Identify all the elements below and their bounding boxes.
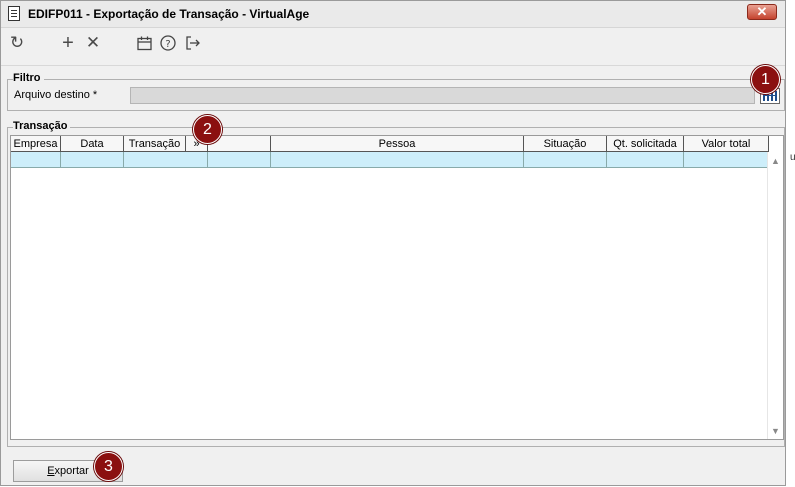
cell-empresa[interactable] [11,152,61,168]
badge-2: 2 [193,115,222,144]
file-destination-input[interactable] [130,87,755,104]
filter-legend: Filtro [13,72,44,84]
cell-blank[interactable] [208,152,271,168]
badge-1: 1 [751,65,780,94]
column-pessoa[interactable]: Pessoa [271,136,524,152]
calendar-button[interactable] [133,32,155,54]
exit-button[interactable] [182,32,204,54]
help-button[interactable]: ? [157,32,179,54]
close-icon: ✕ [85,33,101,52]
help-icon: ? [160,35,176,51]
badge-3: 3 [94,452,123,481]
refresh-button[interactable]: ↻ [6,32,28,54]
cell-situacao[interactable] [524,152,607,168]
column-valor-total[interactable]: Valor total [684,136,769,152]
add-button[interactable]: + [57,32,79,54]
close-button[interactable]: ✕ [747,4,777,20]
grid-header: Empresa Data Transação » Pessoa Situação… [11,136,769,152]
edge-fragment: u [790,152,795,163]
scroll-down-icon[interactable]: ▼ [771,426,780,436]
title-bar: EDIFP011 - Exportação de Transação - Vir… [1,1,785,28]
toolbar-separator [1,65,785,66]
cancel-button[interactable]: ✕ [82,32,104,54]
scroll-up-icon[interactable]: ▲ [771,156,780,166]
transaction-legend: Transação [13,120,71,132]
cell-pessoa[interactable] [271,152,524,168]
window-title: EDIFP011 - Exportação de Transação - Vir… [28,7,310,21]
column-data[interactable]: Data [61,136,124,152]
transaction-grid[interactable]: Empresa Data Transação » Pessoa Situação… [10,135,784,440]
svg-text:?: ? [165,39,170,50]
cell-transacao[interactable] [124,152,208,168]
cell-valor-total[interactable] [684,152,769,168]
cell-qt-solicitada[interactable] [607,152,684,168]
cell-data[interactable] [61,152,124,168]
vertical-scrollbar[interactable]: ▲ ▼ [767,152,783,439]
column-empresa[interactable]: Empresa [11,136,61,152]
toolbar: ↻ + ✕ ? [1,28,785,60]
export-mnemonic: E [47,465,55,477]
file-destination-label: Arquivo destino * [14,89,98,101]
app-window: EDIFP011 - Exportação de Transação - Vir… [0,0,786,486]
column-transacao[interactable]: Transação [124,136,186,152]
column-situacao[interactable]: Situação [524,136,607,152]
document-icon [8,6,20,21]
refresh-icon: ↻ [9,33,25,52]
plus-icon: + [62,31,74,54]
export-label: xportar [54,465,89,477]
calendar-icon [136,36,152,50]
table-row[interactable] [11,152,769,168]
exit-icon [186,36,200,50]
column-qt-solicitada[interactable]: Qt. solicitada [607,136,684,152]
